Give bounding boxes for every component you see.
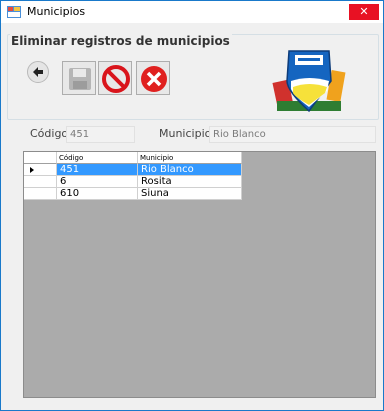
no-entry-icon (102, 65, 130, 93)
row-header[interactable] (24, 164, 57, 176)
codigo-label: Código (30, 127, 69, 140)
save-button[interactable] (62, 61, 96, 95)
back-button[interactable] (27, 61, 49, 83)
row-header[interactable] (24, 176, 57, 188)
cancel-button[interactable] (136, 61, 170, 95)
cell-municipio[interactable]: Siuna (138, 188, 242, 200)
cell-codigo[interactable]: 451 (57, 164, 138, 176)
cell-municipio[interactable]: Rosita (138, 176, 242, 188)
x-circle-icon (141, 66, 167, 92)
municipio-field[interactable]: Rio Blanco (209, 126, 376, 143)
table-row[interactable]: 610 Siuna (24, 188, 242, 200)
current-row-indicator-icon (30, 167, 34, 173)
close-button[interactable]: ✕ (349, 4, 379, 20)
row-header[interactable] (24, 188, 57, 200)
back-arrow-icon (33, 67, 43, 77)
group-title: Eliminar registros de municipios (10, 34, 232, 48)
delete-button[interactable] (98, 61, 132, 95)
column-header-codigo[interactable]: Código (57, 152, 138, 164)
table-row[interactable]: 6 Rosita (24, 176, 242, 188)
municipio-label: Municipio (159, 127, 212, 140)
municipios-grid[interactable]: Código Municipio 451 Rio Blanco 6 Rosita (23, 151, 376, 398)
cell-municipio[interactable]: Rio Blanco (138, 164, 242, 176)
cell-codigo[interactable]: 610 (57, 188, 138, 200)
title-bar: Municipios ✕ (1, 1, 383, 23)
cell-codigo[interactable]: 6 (57, 176, 138, 188)
app-icon (7, 6, 21, 18)
table-row[interactable]: 451 Rio Blanco (24, 164, 242, 176)
main-window: Municipios ✕ Eliminar registros de munic… (0, 0, 384, 411)
column-header-municipio[interactable]: Municipio (138, 152, 242, 164)
row-header-corner (24, 152, 57, 164)
window-title: Municipios (27, 5, 86, 18)
close-icon: ✕ (359, 5, 369, 18)
codigo-field[interactable]: 451 (66, 126, 135, 143)
uraccan-logo (272, 50, 346, 113)
save-disk-icon (69, 68, 91, 90)
